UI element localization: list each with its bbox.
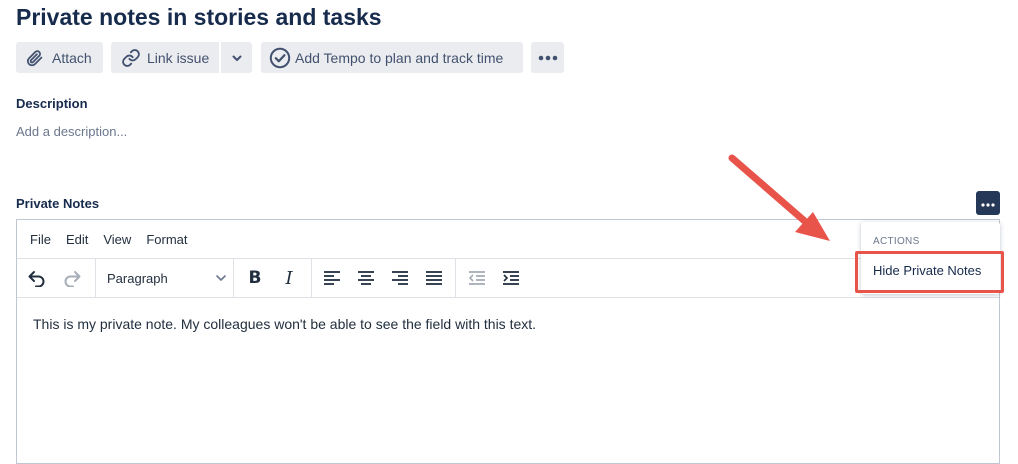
actions-heading: ACTIONS <box>873 236 920 247</box>
toolbar-divider <box>311 259 312 297</box>
redo-icon[interactable] <box>60 267 84 289</box>
paperclip-icon <box>26 49 44 67</box>
ellipsis-icon <box>981 194 995 212</box>
page-title: Private notes in stories and tasks <box>16 4 382 30</box>
more-actions-button[interactable] <box>531 42 564 73</box>
align-justify-icon[interactable] <box>422 267 446 289</box>
link-issue-button[interactable]: Link issue <box>111 42 219 73</box>
private-notes-actions-button[interactable] <box>976 191 1000 215</box>
block-format-select[interactable]: Paragraph <box>107 267 233 289</box>
block-format-value: Paragraph <box>107 270 168 286</box>
menu-format[interactable]: Format <box>146 232 187 247</box>
add-tempo-button[interactable]: Add Tempo to plan and track time <box>261 42 523 73</box>
attach-button[interactable]: Attach <box>16 42 103 73</box>
undo-icon[interactable] <box>25 267 49 289</box>
add-tempo-label: Add Tempo to plan and track time <box>295 49 504 66</box>
annotation-highlight-box <box>855 251 1004 293</box>
annotation-arrow-icon <box>728 154 830 241</box>
outdent-icon[interactable] <box>465 267 489 289</box>
editor-menubar: File Edit View Format <box>17 220 999 259</box>
link-issue-dropdown-button[interactable] <box>221 42 252 73</box>
link-issue-label: Link issue <box>147 49 210 66</box>
toolbar-divider <box>95 259 96 297</box>
private-notes-label: Private Notes <box>16 196 100 211</box>
description-label: Description <box>16 96 88 111</box>
link-icon <box>121 48 141 68</box>
align-center-icon[interactable] <box>354 267 378 289</box>
chevron-down-icon <box>215 272 227 287</box>
chevron-down-icon <box>231 52 243 64</box>
toolbar-divider <box>455 259 456 297</box>
attach-label: Attach <box>52 49 92 66</box>
private-notes-editor[interactable]: File Edit View Format Paragraph B I This… <box>16 219 1000 464</box>
menu-view[interactable]: View <box>103 232 131 247</box>
check-circle-icon <box>269 47 291 69</box>
indent-icon[interactable] <box>499 267 523 289</box>
editor-toolbar: Paragraph B I <box>17 259 999 298</box>
align-left-icon[interactable] <box>320 267 344 289</box>
bold-button[interactable]: B <box>243 267 267 289</box>
align-right-icon[interactable] <box>388 267 412 289</box>
italic-button[interactable]: I <box>277 267 301 289</box>
toolbar-divider <box>233 259 234 297</box>
menu-file[interactable]: File <box>30 232 51 247</box>
menu-edit[interactable]: Edit <box>66 232 88 247</box>
private-note-text[interactable]: This is my private note. My colleagues w… <box>33 316 536 332</box>
ellipsis-icon <box>538 55 558 61</box>
description-placeholder[interactable]: Add a description... <box>16 124 127 139</box>
